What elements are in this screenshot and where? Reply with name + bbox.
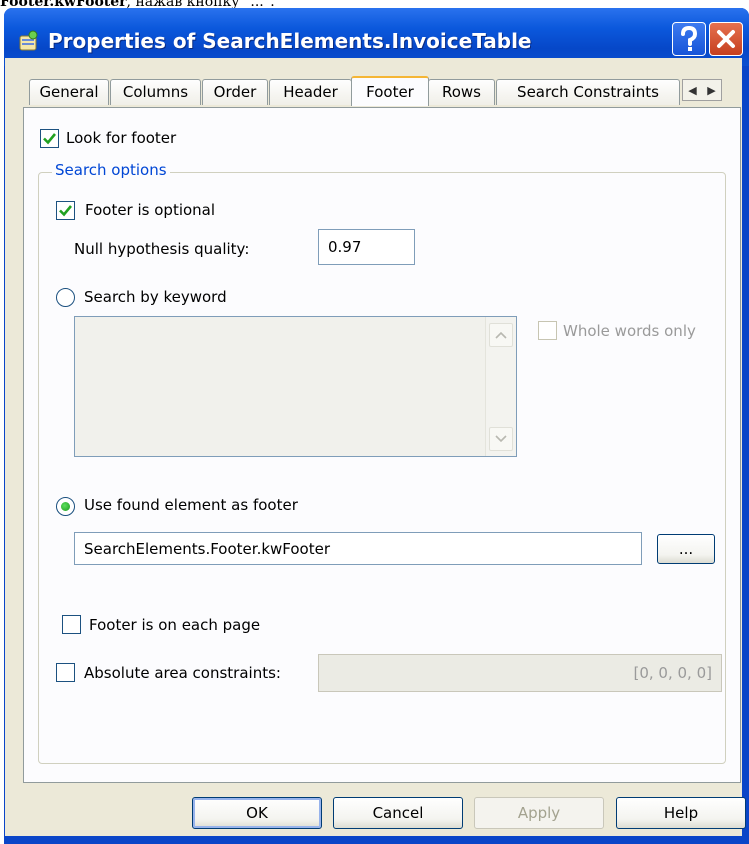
chevron-up-icon [495, 331, 507, 339]
app-icon [19, 30, 38, 51]
browse-button[interactable]: ... [657, 534, 715, 564]
radio-dot [61, 502, 70, 511]
search-by-keyword-label: Search by keyword [84, 288, 227, 306]
checkmark-icon [43, 133, 57, 145]
absolute-area-input[interactable]: [0, 0, 0, 0] [318, 654, 722, 692]
null-hypothesis-input[interactable]: 0.97 [318, 229, 415, 265]
help-button[interactable]: Help [616, 797, 746, 829]
absolute-area-checkbox[interactable] [56, 663, 75, 682]
chevron-right-icon[interactable]: ▶ [707, 84, 715, 97]
null-hypothesis-label: Null hypothesis quality: [74, 240, 250, 258]
look-for-footer-label: Look for footer [66, 129, 177, 147]
tab-order[interactable]: Order [202, 79, 268, 105]
whole-words-label: Whole words only [563, 322, 696, 340]
use-found-element-label: Use found element as footer [84, 496, 298, 514]
scroll-up-button[interactable] [489, 323, 513, 347]
absolute-area-label: Absolute area constraints: [84, 664, 281, 682]
cancel-button[interactable]: Cancel [333, 797, 463, 829]
chevron-left-icon[interactable]: ◀ [688, 84, 696, 97]
tab-search-constraints[interactable]: Search Constraints [496, 79, 680, 105]
apply-button[interactable]: Apply [474, 797, 604, 829]
ok-button[interactable]: OK [192, 797, 322, 829]
footer-each-page-label: Footer is on each page [89, 616, 261, 634]
footer-optional-label: Footer is optional [85, 201, 216, 219]
search-by-keyword-radio[interactable] [56, 288, 75, 307]
tab-rows[interactable]: Rows [428, 79, 495, 105]
checkmark-icon [59, 205, 73, 217]
footer-optional-checkbox[interactable] [56, 201, 75, 220]
tab-header[interactable]: Header [269, 79, 352, 105]
footer-each-page-checkbox[interactable] [62, 615, 81, 634]
chevron-down-icon [495, 435, 507, 443]
tab-general[interactable]: General [29, 79, 109, 105]
close-icon [717, 30, 735, 48]
tab-columns[interactable]: Columns [110, 79, 201, 105]
keyword-textarea[interactable] [74, 316, 517, 457]
caption-text: Footer.kwFooter, нажав кнопку "...". [0, 0, 275, 10]
found-element-input[interactable]: SearchElements.Footer.kwFooter [74, 532, 642, 565]
close-button[interactable] [709, 22, 743, 56]
scroll-down-button[interactable] [489, 427, 513, 451]
help-title-button[interactable] [672, 22, 706, 56]
use-found-element-radio[interactable] [56, 497, 75, 516]
look-for-footer-checkbox[interactable] [40, 129, 59, 148]
whole-words-checkbox[interactable] [538, 321, 557, 340]
keyword-scrollbar[interactable] [485, 317, 516, 456]
question-icon [681, 25, 698, 51]
search-options-title: Search options [52, 161, 170, 179]
tab-scroll-buttons[interactable]: ◀ ▶ [682, 79, 722, 101]
window-title: Properties of SearchElements.InvoiceTabl… [48, 29, 532, 53]
tab-footer[interactable]: Footer [351, 76, 429, 106]
